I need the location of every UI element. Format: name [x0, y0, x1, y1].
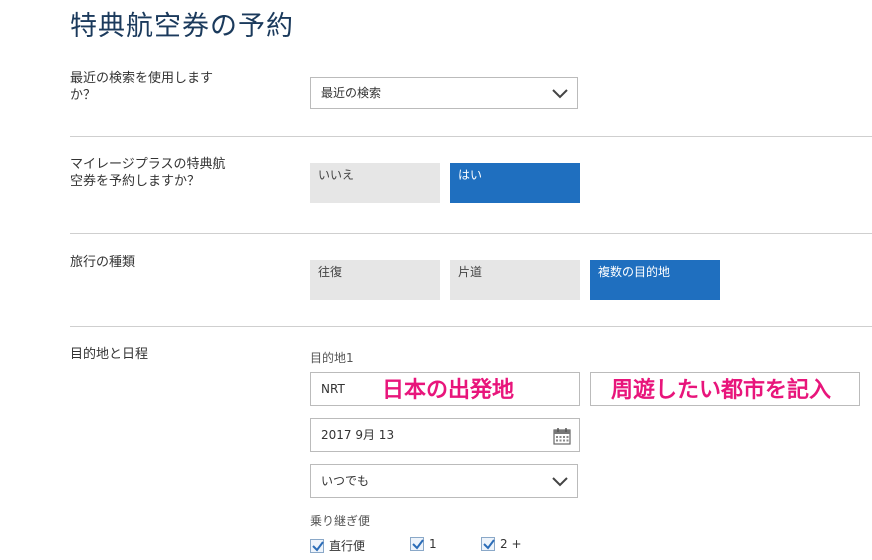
connection-two-plus-label: 2 +: [500, 537, 522, 551]
flex-date-value: いつでも: [321, 474, 370, 488]
check-icon: [312, 540, 324, 552]
origin-annotation: 日本の出発地: [382, 378, 515, 403]
miles-option-no[interactable]: いいえ: [310, 163, 440, 203]
trip-type-roundtrip[interactable]: 往復: [310, 260, 440, 300]
checkbox-checked[interactable]: [481, 537, 495, 551]
connection-nonstop[interactable]: 直行便: [310, 537, 365, 554]
checkbox-checked[interactable]: [310, 538, 324, 553]
recent-search-label: 最近の検索を使用しますか？: [70, 71, 214, 103]
check-icon: [412, 539, 424, 550]
recent-search-select[interactable]: 最近の検索: [310, 77, 578, 109]
trip-type-label: 旅行の種類: [70, 255, 136, 270]
divider: [70, 136, 872, 137]
miles-option-yes[interactable]: はい: [450, 163, 580, 203]
recent-search-value: 最近の検索: [321, 86, 382, 100]
origin-value: NRT: [321, 382, 345, 396]
trip-type-multicity[interactable]: 複数の目的地: [590, 260, 720, 300]
date-input[interactable]: 2017 9月 13: [310, 418, 580, 452]
chevron-down-icon: [552, 89, 568, 99]
chevron-down-icon: [552, 477, 568, 487]
destination-1-label: 目的地1: [310, 351, 354, 365]
connection-nonstop-label: 直行便: [329, 539, 366, 553]
date-value: 2017 9月 13: [321, 428, 395, 442]
book-with-miles-label: マイレージプラスの特典航空券を予約しますか？: [70, 157, 226, 189]
connection-one-label: 1: [429, 537, 437, 551]
divider: [70, 233, 872, 234]
checkbox-checked[interactable]: [410, 537, 424, 551]
divider: [70, 326, 872, 327]
connection-two-plus[interactable]: 2 +: [481, 537, 522, 551]
destination-annotation: 周遊したい都市を記入: [611, 378, 832, 403]
connection-one[interactable]: 1: [410, 537, 437, 551]
check-icon: [483, 539, 495, 550]
flex-date-select[interactable]: いつでも: [310, 464, 578, 498]
connections-label: 乗り継ぎ便: [310, 514, 371, 528]
page-title: 特典航空券の予約: [70, 11, 294, 42]
calendar-icon[interactable]: [553, 427, 571, 445]
itinerary-label: 目的地と日程: [70, 347, 149, 362]
trip-type-oneway[interactable]: 片道: [450, 260, 580, 300]
